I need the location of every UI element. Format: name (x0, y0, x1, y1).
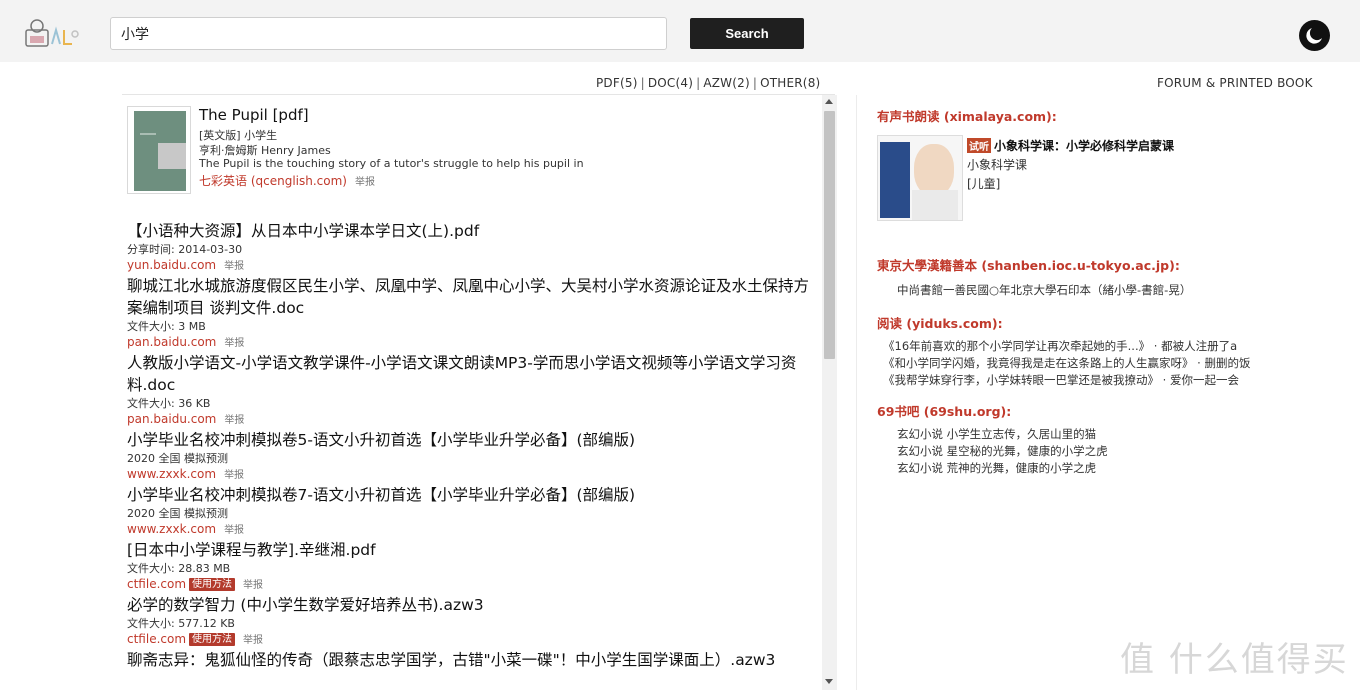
list-item: [日本中小学课程与教学].辛继湘.pdf 文件大小: 28.83 MB ctfi… (127, 539, 817, 594)
featured-author: 亨利·詹姆斯 Henry James (199, 144, 331, 157)
tokyo-item[interactable]: 中尚書館一善民國○年北京大學石印本（緒小學-書館-晃） (897, 283, 1191, 297)
result-title[interactable]: 【小语种大资源】从日本中小学课本学日文(上).pdf (127, 220, 817, 242)
result-meta: 文件大小: 36 KB (127, 397, 211, 410)
list-item: 人教版小学语文-小学语文教学课件-小学语文课文朗读MP3-学而思小学语文视频等小… (127, 352, 817, 429)
source-link[interactable]: pan.baidu.com (127, 412, 216, 426)
usage-guide-badge[interactable]: 使用方法 (189, 633, 236, 646)
audiobook-author: 小象科学课 (967, 158, 1028, 172)
report-link[interactable]: 举报 (224, 525, 244, 536)
result-title[interactable]: [日本中小学课程与教学].辛继湘.pdf (127, 539, 817, 561)
source-link[interactable]: www.zxxk.com (127, 467, 216, 481)
result-source-row: pan.baidu.com 举报 (127, 334, 817, 352)
filter-separator: | (752, 76, 758, 90)
result-meta: 2020 全国 模拟预测 (127, 452, 228, 465)
filter-pdf[interactable]: PDF(5) (596, 76, 638, 90)
result-meta: 文件大小: 28.83 MB (127, 562, 231, 575)
69shu-item[interactable]: 玄幻小说 荒神的光舞，健康的小学之虎 (897, 461, 1096, 475)
watermark-text: 值 什么值得买 (1120, 640, 1349, 680)
result-meta: 2020 全国 模拟预测 (127, 507, 228, 520)
list-item: 必学的数学智力 (中小学生数学爱好培养丛书).azw3 文件大小: 577.12… (127, 594, 817, 649)
result-source-row: www.zxxk.com 举报 (127, 466, 817, 484)
yiduks-section-list: 《16年前喜欢的那个小学同学让再次牵起她的手...》 · 都被人注册了a 《和小… (883, 338, 1337, 389)
result-title[interactable]: 必学的数学智力 (中小学生数学爱好培养丛书).azw3 (127, 594, 817, 616)
result-list: 【小语种大资源】从日本中小学课本学日文(上).pdf 分享时间: 2014-03… (127, 220, 817, 671)
source-link[interactable]: www.zxxk.com (127, 522, 216, 536)
results-scrollbar[interactable] (822, 95, 837, 690)
list-item: 聊斋志异：鬼狐仙怪的传奇（跟蔡志忠学国学，古错"小菜一碟"！中小学生国学课面上）… (127, 649, 817, 671)
list-item: 小学毕业名校冲刺模拟卷7-语文小升初首选【小学毕业升学必备】(部编版) 2020… (127, 484, 817, 539)
yiduks-item[interactable]: 《我帮学妹穿行李，小学妹转眼一巴掌还是被我撩动》 · 爱你一起一会 (883, 373, 1239, 387)
result-title[interactable]: 聊城江北水城旅游度假区民生小学、凤凰中学、凤凰中心小学、大吴村小学水资源论证及水… (127, 275, 817, 319)
69shu-section-list: 玄幻小说 小学生立志传，久居山里的猫 玄幻小说 星空秘的光舞，健康的小学之虎 玄… (897, 426, 1337, 477)
result-title[interactable]: 人教版小学语文-小学语文教学课件-小学语文课文朗读MP3-学而思小学语文视频等小… (127, 352, 817, 396)
69shu-section-header[interactable]: 69书吧 (69shu.org): (877, 401, 1337, 420)
result-title[interactable]: 小学毕业名校冲刺模拟卷5-语文小升初首选【小学毕业升学必备】(部编版) (127, 429, 817, 451)
list-item: 小学毕业名校冲刺模拟卷5-语文小升初首选【小学毕业升学必备】(部编版) 2020… (127, 429, 817, 484)
source-link[interactable]: pan.baidu.com (127, 335, 216, 349)
site-logo-icon[interactable] (22, 16, 82, 52)
result-source-row: www.zxxk.com 举报 (127, 521, 817, 539)
scroll-up-icon[interactable] (825, 99, 833, 104)
related-sources-panel: 有声书朗读 (ximalaya.com): 试听 小象科学课：小学必修科学启蒙课 … (877, 106, 1337, 477)
audiobook-title-row[interactable]: 试听 小象科学课：小学必修科学启蒙课 (967, 137, 1174, 154)
scroll-down-icon[interactable] (825, 679, 833, 684)
result-source-row: yun.baidu.com 举报 (127, 257, 817, 275)
report-link[interactable]: 举报 (224, 470, 244, 481)
filter-separator: | (696, 76, 701, 90)
filter-separator: | (640, 76, 645, 90)
divider (122, 94, 835, 95)
audiobook-cover-image[interactable] (877, 135, 963, 221)
list-item: 聊城江北水城旅游度假区民生小学、凤凰中学、凤凰中心小学、大吴村小学水资源论证及水… (127, 275, 817, 352)
divider (856, 95, 857, 690)
report-link[interactable]: 举报 (224, 338, 244, 349)
report-link[interactable]: 举报 (243, 580, 263, 591)
report-link[interactable]: 举报 (243, 635, 263, 646)
source-link[interactable]: ctfile.com (127, 577, 186, 591)
result-title[interactable]: 聊斋志异：鬼狐仙怪的传奇（跟蔡志忠学国学，古错"小菜一碟"！中小学生国学课面上）… (127, 649, 817, 671)
yiduks-item[interactable]: 《和小学同学闪婚，我竟得我是走在这条路上的人生赢家呀》 · 删删的饭 (883, 356, 1250, 370)
book-cover-image[interactable] (127, 106, 191, 194)
list-item: 【小语种大资源】从日本中小学课本学日文(上).pdf 分享时间: 2014-03… (127, 220, 817, 275)
preview-tag: 试听 (967, 138, 991, 153)
filter-other[interactable]: OTHER(8) (760, 76, 820, 90)
result-meta: 文件大小: 577.12 KB (127, 617, 235, 630)
69shu-item[interactable]: 玄幻小说 星空秘的光舞，健康的小学之虎 (897, 444, 1108, 458)
result-source-row: pan.baidu.com 举报 (127, 411, 817, 429)
69shu-item[interactable]: 玄幻小说 小学生立志传，久居山里的猫 (897, 427, 1096, 441)
report-link[interactable]: 举报 (224, 261, 244, 272)
dark-mode-toggle-icon[interactable] (1299, 20, 1330, 51)
format-filter-bar: PDF(5) | DOC(4) | AZW(2) | OTHER(8) (596, 76, 820, 90)
top-bar: Search (0, 0, 1360, 62)
tokyo-section-header[interactable]: 東京大學漢籍善本 (shanben.ioc.u-tokyo.ac.jp): (877, 255, 1337, 274)
audiobook-category: [儿童] (967, 177, 1001, 191)
yiduks-section-header[interactable]: 阅读 (yiduks.com): (877, 313, 1337, 332)
yiduks-item[interactable]: 《16年前喜欢的那个小学同学让再次牵起她的手...》 · 都被人注册了a (883, 339, 1237, 353)
result-meta: 文件大小: 3 MB (127, 320, 206, 333)
featured-title[interactable]: The Pupil [pdf] (199, 106, 309, 124)
filter-doc[interactable]: DOC(4) (648, 76, 693, 90)
report-link[interactable]: 举报 (355, 177, 375, 188)
audiobook-title[interactable]: 小象科学课：小学必修科学启蒙课 (994, 139, 1174, 153)
search-button[interactable]: Search (690, 18, 804, 49)
source-link[interactable]: 七彩英语 (qcenglish.com) (199, 174, 347, 188)
search-input[interactable] (110, 17, 667, 50)
source-link[interactable]: yun.baidu.com (127, 258, 216, 272)
filter-azw[interactable]: AZW(2) (703, 76, 750, 90)
audiobook-section-header[interactable]: 有声书朗读 (ximalaya.com): (877, 106, 1337, 125)
audiobook-card[interactable]: 试听 小象科学课：小学必修科学启蒙课 小象科学课 [儿童] (877, 135, 1337, 223)
featured-result[interactable]: The Pupil [pdf] [英文版] 小学生 亨利·詹姆斯 Henry J… (127, 106, 727, 194)
scroll-thumb[interactable] (824, 111, 835, 359)
result-title[interactable]: 小学毕业名校冲刺模拟卷7-语文小升初首选【小学毕业升学必备】(部编版) (127, 484, 817, 506)
featured-description: The Pupil is the touching story of a tut… (199, 157, 584, 170)
featured-subtitle: [英文版] 小学生 (199, 129, 278, 142)
tokyo-section-list: 中尚書館一善民國○年北京大學石印本（緒小學-書館-晃） (897, 282, 1337, 299)
featured-source-row: 七彩英语 (qcenglish.com) 举报 (199, 172, 375, 189)
usage-guide-badge[interactable]: 使用方法 (189, 578, 236, 591)
report-link[interactable]: 举报 (224, 415, 244, 426)
result-source-row: ctfile.com 使用方法 举报 (127, 631, 817, 649)
result-source-row: ctfile.com 使用方法 举报 (127, 576, 817, 594)
source-link[interactable]: ctfile.com (127, 632, 186, 646)
forum-printed-book-link[interactable]: FORUM & PRINTED BOOK (1157, 76, 1313, 90)
result-meta: 分享时间: 2014-03-30 (127, 243, 243, 256)
